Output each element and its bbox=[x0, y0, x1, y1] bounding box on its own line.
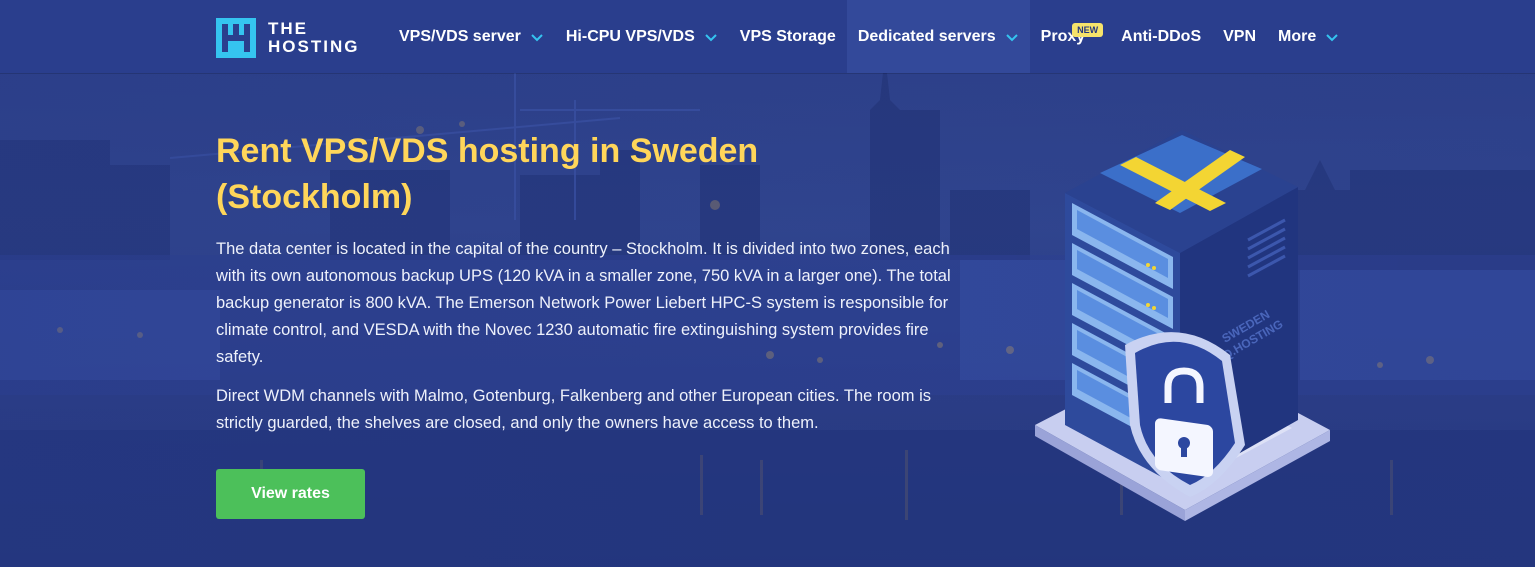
nav-vps-vds-server[interactable]: VPS/VDS server bbox=[388, 0, 555, 73]
nav-dedicated-servers[interactable]: Dedicated servers bbox=[846, 0, 1030, 73]
nav-label: More bbox=[1278, 27, 1317, 45]
nav-label: VPS/VDS server bbox=[399, 27, 521, 45]
nav-label: VPS Storage bbox=[739, 27, 836, 45]
nav-anti-ddos[interactable]: Anti-DDoS bbox=[1110, 0, 1212, 73]
logo-mark bbox=[216, 18, 256, 58]
title-line-1: Rent VPS/VDS hosting in Sweden bbox=[216, 132, 759, 170]
view-rates-button[interactable]: View rates bbox=[216, 469, 365, 519]
main-navigation: VPS/VDS server Hi-CPU VPS/VDS VPS Storag… bbox=[388, 0, 1350, 73]
page-title: Rent VPS/VDS hosting in Sweden (Stockhol… bbox=[216, 128, 956, 220]
nav-label: Hi-CPU VPS/VDS bbox=[565, 27, 695, 45]
hero-description: The data center is located in the capita… bbox=[216, 240, 951, 366]
new-badge: NEW bbox=[1072, 23, 1104, 37]
chevron-down-icon bbox=[1005, 33, 1018, 41]
logo-line-1: THE bbox=[268, 19, 308, 38]
nav-proxy[interactable]: Proxy NEW bbox=[1030, 0, 1104, 73]
server-rack-icon: SWEDEN PQ.HOSTING bbox=[1035, 130, 1330, 521]
nav-vpn[interactable]: VPN bbox=[1212, 0, 1267, 73]
site-logo[interactable]: THE HOSTING bbox=[216, 18, 359, 58]
title-line-2: (Stockholm) bbox=[216, 178, 413, 216]
server-illustration: SWEDEN PQ.HOSTING bbox=[1030, 125, 1340, 530]
nav-label: Dedicated servers bbox=[857, 27, 996, 45]
chevron-down-icon bbox=[1326, 33, 1338, 41]
logo-wordmark: THE HOSTING bbox=[268, 20, 359, 56]
logo-line-2: HOSTING bbox=[268, 37, 360, 56]
nav-more[interactable]: More bbox=[1267, 0, 1350, 73]
site-header: THE HOSTING VPS/VDS server Hi-CPU VPS/VD… bbox=[0, 0, 1535, 73]
nav-hi-cpu-vps-vds[interactable]: Hi-CPU VPS/VDS bbox=[555, 0, 729, 73]
chevron-down-icon bbox=[531, 33, 543, 41]
nav-label: VPN bbox=[1223, 27, 1257, 45]
nav-label: Anti-DDoS bbox=[1121, 27, 1202, 45]
chevron-down-icon bbox=[705, 33, 717, 41]
hero-description-secondary: Direct WDM channels with Malmo, Gotenbur… bbox=[216, 387, 932, 432]
hero-section: Rent VPS/VDS hosting in Sweden (Stockhol… bbox=[216, 128, 956, 437]
nav-vps-storage[interactable]: VPS Storage bbox=[729, 0, 847, 73]
